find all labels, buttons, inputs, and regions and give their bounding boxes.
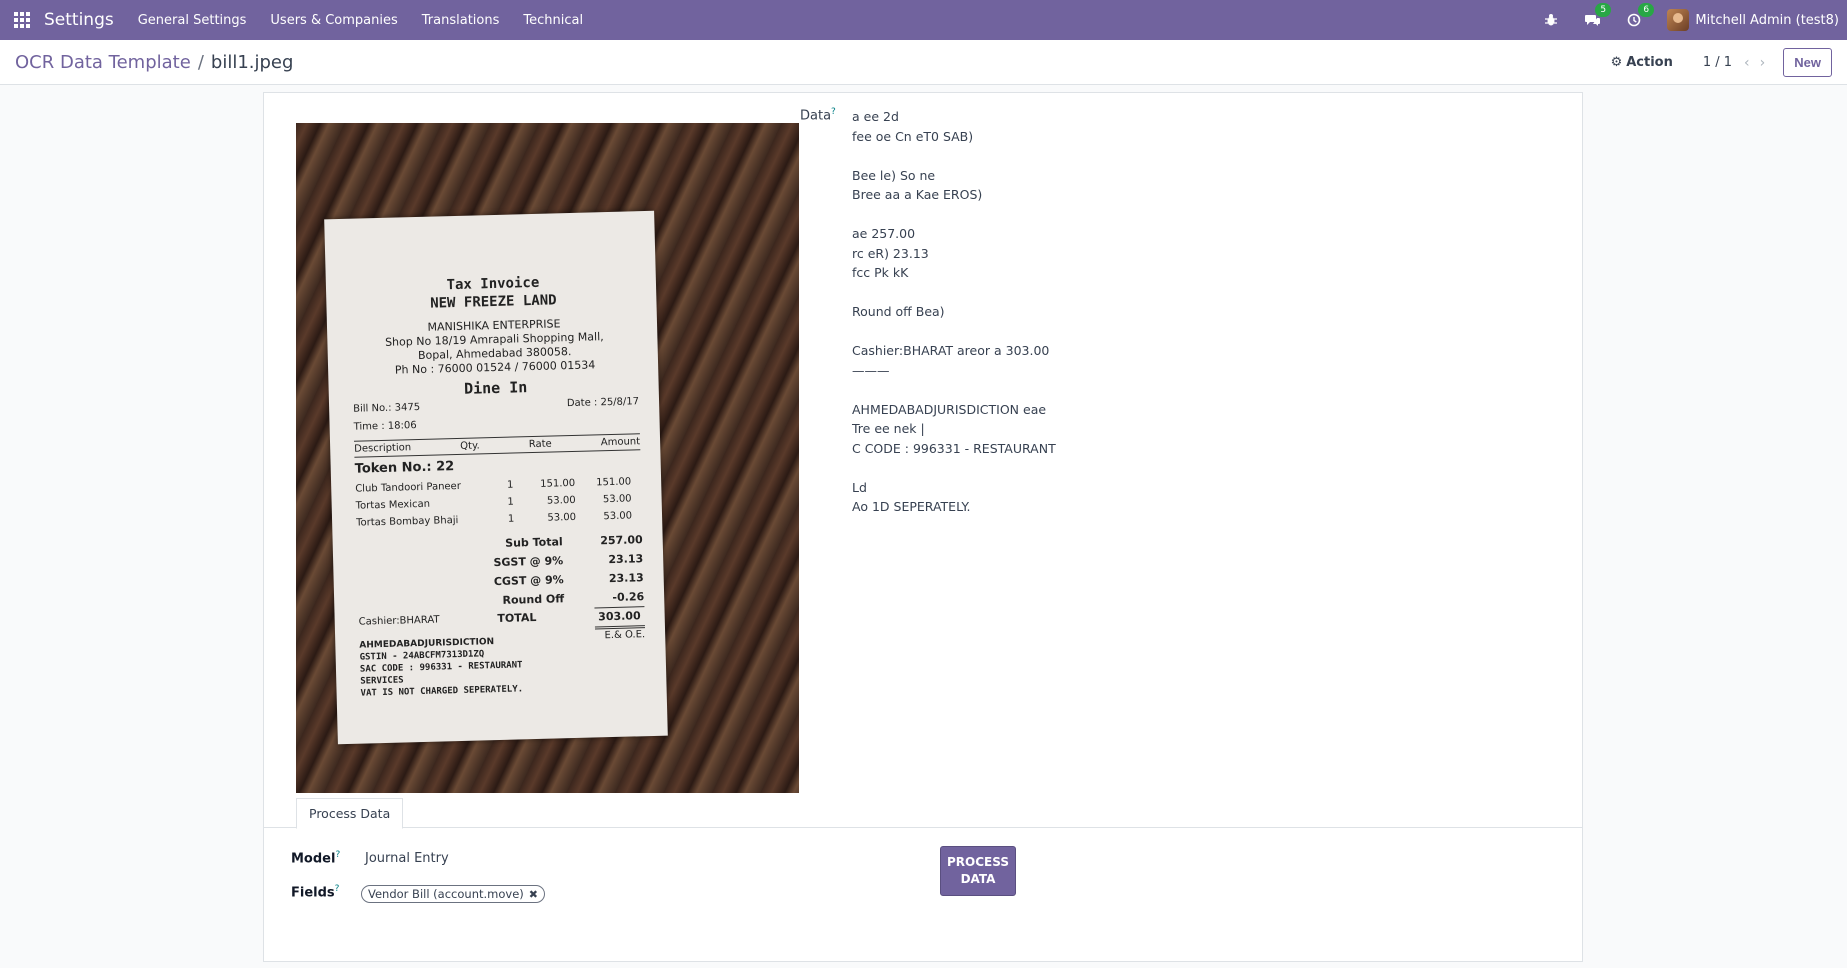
data-field-label: Data?	[800, 107, 836, 123]
model-label-text: Model	[291, 851, 336, 867]
avatar	[1667, 9, 1690, 31]
activities-badge: 6	[1638, 3, 1655, 17]
help-tooltip-icon[interactable]: ?	[335, 884, 340, 894]
item-rate: 53.00	[546, 494, 576, 507]
gear-icon: ⚙	[1610, 55, 1623, 70]
item-amount: 53.00	[602, 493, 632, 506]
receipt-eoe: E.& O.E.	[604, 629, 646, 642]
receipt-total-value: 303.00	[593, 606, 645, 630]
total-value: 23.13	[608, 571, 644, 586]
tab-process-data[interactable]: Process Data	[296, 798, 404, 829]
item-qty: 1	[506, 479, 514, 491]
activities-clock-icon[interactable]: 6	[1627, 3, 1655, 27]
fields-tag-label: Vendor Bill (account.move)	[368, 887, 524, 901]
model-field-label: Model?	[291, 850, 340, 866]
ocr-data-text[interactable]: a ee 2d fee oe Cn eT0 SAB) Bee le) So ne Br…	[852, 107, 1352, 517]
pager-previous-icon[interactable]: ‹	[1744, 55, 1750, 71]
user-name: Mitchell Admin (test8)	[1695, 12, 1839, 28]
receipt-header-rate: Rate	[528, 438, 552, 451]
ocr-line: a ee 2d	[852, 109, 899, 124]
total-label: Round Off	[502, 592, 565, 607]
ocr-line	[852, 283, 1352, 303]
bill-image[interactable]: Tax Invoice NEW FREEZE LAND MANISHIKA EN…	[296, 123, 799, 793]
receipt-date: Date : 25/8/17	[566, 396, 640, 410]
menu-technical[interactable]: Technical	[523, 13, 583, 28]
ocr-line: C CODE : 996331 - RESTAURANT	[852, 440, 1056, 456]
receipt-time: Time : 18:06	[353, 420, 417, 433]
total-value: 257.00	[600, 533, 643, 548]
control-panel: OCR Data Template / bill1.jpeg ⚙ Action …	[0, 40, 1847, 85]
pager-next-icon[interactable]: ›	[1760, 55, 1766, 71]
menu-general-settings[interactable]: General Settings	[138, 13, 247, 28]
fields-tag[interactable]: Vendor Bill (account.move) ✖	[361, 885, 545, 903]
receipt-photo: Tax Invoice NEW FREEZE LAND MANISHIKA EN…	[324, 210, 668, 745]
ocr-line: Ld	[852, 479, 867, 495]
item-rate: 151.00	[540, 477, 576, 490]
pager-value[interactable]: 1 / 1	[1703, 55, 1732, 70]
receipt-table-header: Description Qty. Rate Amount	[353, 433, 641, 458]
ocr-line	[852, 380, 1352, 400]
form-sheet: Tax Invoice NEW FREEZE LAND MANISHIKA EN…	[263, 92, 1583, 962]
action-label: Action	[1626, 55, 1673, 70]
fields-field-label: Fields?	[291, 884, 339, 900]
item-amount: 151.00	[596, 476, 632, 489]
top-navbar: Settings General Settings Users & Compan…	[0, 0, 1847, 40]
ocr-line: Ao 1D SEPERATELY.	[852, 499, 971, 514]
item-rate: 53.00	[547, 511, 577, 524]
breadcrumb-parent[interactable]: OCR Data Template	[15, 52, 191, 73]
ocr-line: Round off Bea)	[852, 304, 945, 319]
breadcrumb-separator: /	[197, 51, 204, 73]
receipt-header-description: Description	[354, 442, 412, 455]
ocr-line: Bree aa a Kae EROS)	[852, 187, 983, 202]
receipt-header-qty: Qty.	[460, 440, 480, 452]
action-button[interactable]: ⚙ Action	[1611, 55, 1673, 70]
ocr-line: Bee le) So ne	[852, 167, 936, 183]
receipt-header-amount: Amount	[600, 436, 641, 449]
receipt-cashier: Cashier:BHARAT	[358, 614, 440, 628]
tag-remove-icon[interactable]: ✖	[529, 888, 538, 901]
item-qty: 1	[507, 513, 515, 525]
model-field-value[interactable]: Journal Entry	[365, 851, 449, 866]
menu-translations[interactable]: Translations	[422, 13, 500, 28]
ocr-line: ae 257.00	[852, 226, 916, 241]
ocr-line	[852, 458, 1352, 478]
ocr-line: fcc Pk kK	[852, 265, 909, 280]
user-menu[interactable]: Mitchell Admin (test8)	[1667, 9, 1839, 31]
data-label-text: Data	[800, 108, 832, 124]
new-button[interactable]: New	[1783, 48, 1832, 77]
ocr-line: Tre ee nek |	[852, 421, 925, 436]
help-tooltip-icon[interactable]: ?	[335, 850, 340, 860]
item-amount: 53.00	[603, 510, 633, 523]
receipt-total-label: TOTAL	[497, 610, 537, 626]
process-button-line-2: DATA	[960, 872, 996, 886]
ocr-line	[852, 322, 1352, 342]
apps-menu-icon[interactable]	[0, 0, 44, 40]
item-description: Tortas Bombay Bhaji	[356, 515, 459, 529]
ocr-line	[852, 146, 1352, 166]
total-value: 23.13	[608, 552, 644, 567]
notebook-tabs: Process Data	[264, 798, 1582, 829]
ocr-line	[852, 205, 1352, 225]
app-brand[interactable]: Settings	[44, 10, 114, 30]
total-value: -0.26	[612, 590, 645, 604]
process-button-line-1: PROCESS	[947, 855, 1009, 869]
process-data-button[interactable]: PROCESS DATA	[940, 846, 1016, 896]
breadcrumb-current: bill1.jpeg	[210, 51, 294, 73]
breadcrumb: OCR Data Template / bill1.jpeg	[15, 52, 293, 73]
ocr-line: Cashier:BHARAT areor a 303.00	[852, 343, 1050, 358]
receipt-bill-no: Bill No.: 3475	[353, 401, 421, 415]
menu-users-companies[interactable]: Users & Companies	[270, 13, 397, 28]
debug-bug-icon[interactable]	[1544, 13, 1558, 27]
messages-icon[interactable]: 5	[1584, 3, 1612, 27]
ocr-line: AHMEDABADJURISDICTION eae	[852, 401, 1047, 417]
ocr-line: rc eR) 23.13	[852, 245, 929, 261]
item-qty: 1	[507, 496, 514, 508]
ocr-line: ———	[852, 362, 890, 378]
messages-badge: 5	[1595, 3, 1612, 17]
fields-label-text: Fields	[291, 885, 335, 901]
ocr-line: fee oe Cn eT0 SAB)	[852, 128, 974, 144]
help-tooltip-icon[interactable]: ?	[831, 107, 836, 117]
